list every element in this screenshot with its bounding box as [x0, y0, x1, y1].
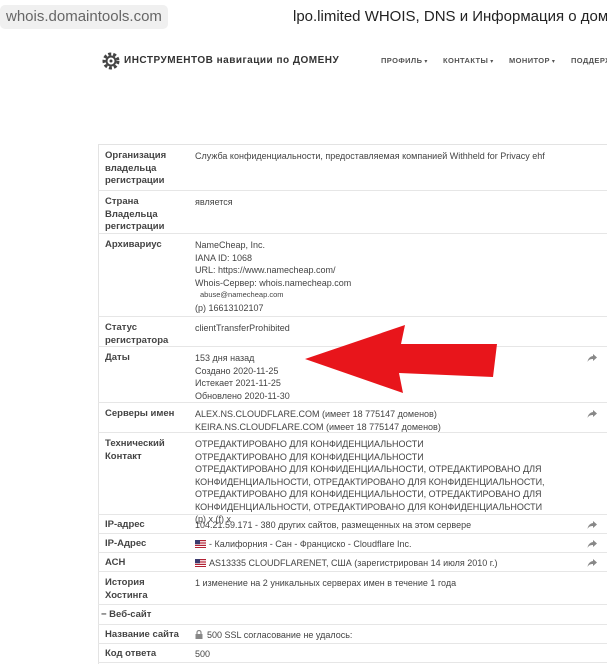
table-row-ip-address: IP-адрес 104.21.59.171 - 380 других сайт… — [98, 515, 607, 534]
share-icon[interactable] — [587, 409, 598, 419]
table-row-registrar: Архивариус NameCheap, Inc. IANA ID: 1068… — [98, 234, 607, 317]
nav-contacts[interactable]: КОНТАКТЫ ▾ — [443, 56, 494, 65]
table-row-nameservers: Серверы имен ALEX.NS.CLOUDFLARE.COM (име… — [98, 403, 607, 433]
table-row-asn: АСН AS13335 CLOUDFLARENET, США (зарегист… — [98, 553, 607, 572]
site-header: ИНСТРУМЕНТОВ навигации по ДОМЕНУ ПРОФИЛЬ… — [0, 45, 607, 77]
nav-monitor[interactable]: МОНИТОР ▾ — [509, 56, 555, 65]
table-row-owner-country: Страна Владельца регистрации является — [98, 191, 607, 234]
nav-support[interactable]: ПОДДЕРЖКА — [571, 56, 607, 65]
nameserver-link[interactable]: KEIRA.NS.CLOUDFLARE.COM (имеет 18 775147… — [195, 421, 595, 434]
us-flag-icon — [195, 559, 206, 567]
website-section-header[interactable]: − Веб-сайт — [98, 605, 607, 625]
registrar-url-link[interactable]: URL: https://www.namecheap.com/ — [195, 264, 595, 277]
share-icon[interactable] — [587, 520, 598, 530]
site-logo-text[interactable]: ИНСТРУМЕНТОВ навигации по ДОМЕНУ — [124, 55, 339, 66]
browser-bar: whois.domaintools.com lpo.limited WHOIS,… — [0, 0, 607, 36]
share-icon[interactable] — [587, 558, 598, 568]
gear-logo-icon[interactable] — [101, 51, 121, 71]
whois-table: Организация владельца регистрации Служба… — [98, 145, 607, 663]
table-row-site-name: Название сайта 500 SSL согласование не у… — [98, 625, 607, 644]
red-arrow-annotation — [305, 325, 497, 393]
table-row-response-code: Код ответа 500 — [98, 644, 607, 663]
table-row-ip-location: IP-Адрес - Калифорния - Сан - Франциско … — [98, 534, 607, 553]
nameserver-link[interactable]: ALEX.NS.CLOUDFLARE.COM (имеет 18 775147 … — [195, 408, 595, 421]
share-icon[interactable] — [587, 539, 598, 549]
nav-profile[interactable]: ПРОФИЛЬ ▾ — [381, 56, 428, 65]
table-row-tech-contact: Технический Контакт ОТРЕДАКТИРОВАНО ДЛЯ … — [98, 433, 607, 524]
share-icon[interactable] — [587, 353, 598, 363]
registrar-email: abuse@namecheap.com — [200, 290, 284, 299]
address-bar[interactable]: whois.domaintools.com — [0, 5, 168, 29]
table-row-owner-org: Организация владельца регистрации Служба… — [98, 145, 607, 191]
page-title: lpo.limited WHOIS, DNS и Информация о до… — [293, 8, 607, 25]
table-row-hosting-history: История Хостинга 1 изменение на 2 уникал… — [98, 572, 607, 605]
us-flag-icon — [195, 540, 206, 548]
caret-down-icon: ▾ — [424, 59, 428, 65]
lock-icon — [195, 630, 203, 639]
caret-down-icon: ▾ — [551, 59, 556, 65]
caret-down-icon: ▾ — [490, 59, 494, 65]
